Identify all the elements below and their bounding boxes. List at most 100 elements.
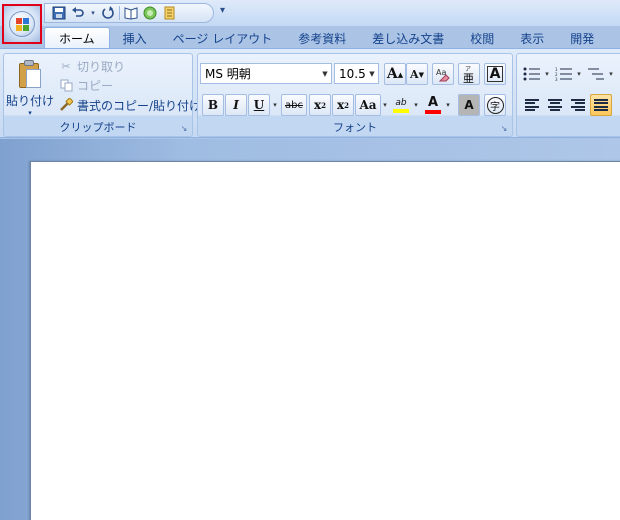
highlight-chevron-down-icon[interactable]: ▾: [412, 94, 420, 116]
multilevel-list-button[interactable]: [585, 63, 607, 85]
paste-icon: [17, 60, 43, 90]
multilevel-chevron-down-icon[interactable]: ▾: [607, 63, 615, 85]
underline-chevron-down-icon[interactable]: ▾: [271, 94, 279, 116]
tab-developer[interactable]: 開発: [557, 28, 607, 49]
superscript-button[interactable]: x2: [332, 94, 354, 116]
document-page[interactable]: [30, 161, 620, 520]
tab-review[interactable]: 校閲: [457, 28, 507, 49]
change-case-chevron-down-icon[interactable]: ▾: [381, 94, 389, 116]
underline-button[interactable]: U: [248, 94, 270, 116]
strikethrough-button[interactable]: abc: [281, 94, 307, 116]
highlight-button[interactable]: ab: [390, 94, 412, 116]
justify-icon: [594, 99, 608, 111]
shrink-font-label: A: [410, 67, 419, 81]
superscript-label: x: [336, 98, 345, 112]
paragraph-group: ▾ 123 ▾ ▾: [516, 53, 620, 137]
clear-formatting-button[interactable]: Aa: [432, 63, 454, 85]
font-color-chevron-down-icon[interactable]: ▾: [444, 94, 452, 116]
font-name-value: MS 明朝: [205, 67, 251, 81]
office-button[interactable]: [2, 4, 42, 44]
copy-icon: [58, 77, 74, 93]
bullets-chevron-down-icon[interactable]: ▾: [543, 63, 551, 85]
customize-qat-chevron-down-icon[interactable]: ▾: [220, 5, 225, 16]
phonetic-guide-icon: ア亜: [463, 66, 474, 83]
justify-button[interactable]: [590, 94, 612, 116]
subscript-button[interactable]: x2: [309, 94, 331, 116]
font-color-label: A: [427, 95, 439, 110]
tab-addins[interactable]: ア: [607, 28, 620, 49]
cut-label: 切り取り: [77, 59, 126, 74]
separator: [119, 6, 120, 20]
format-painter-icon: [58, 97, 74, 113]
bullets-button[interactable]: [521, 63, 543, 85]
tab-home[interactable]: ホーム: [44, 27, 110, 49]
cut-button[interactable]: ✂ 切り取り: [58, 57, 125, 75]
phonetic-guide-button[interactable]: ア亜: [458, 63, 480, 85]
align-left-icon: [525, 99, 539, 111]
undo-icon[interactable]: [70, 5, 86, 21]
italic-button[interactable]: I: [225, 94, 247, 116]
ribbon-tabs: ホーム 挿入 ページ レイアウト 参考資料 差し込み文書 校閲 表示 開発 ア: [44, 27, 620, 49]
change-case-button[interactable]: Aa: [355, 94, 381, 116]
font-size-select[interactable]: 10.5 ▼: [334, 63, 379, 84]
repeat-icon[interactable]: [100, 5, 116, 21]
copy-button[interactable]: コピー: [58, 76, 113, 94]
font-group: MS 明朝 ▼ 10.5 ▼ A ▲ A ▼ Aa ア亜 A B I U ▾ a…: [197, 53, 513, 137]
character-border-label: A: [486, 66, 504, 82]
numbering-button[interactable]: 123: [553, 63, 575, 85]
tab-page-layout[interactable]: ページ レイアウト: [160, 28, 286, 49]
align-right-icon: [571, 99, 585, 111]
font-color-button[interactable]: A: [422, 94, 444, 116]
character-border-button[interactable]: A: [484, 63, 506, 85]
subscript-label: x: [313, 98, 322, 112]
office-logo-icon: [9, 11, 35, 37]
bold-button[interactable]: B: [202, 94, 224, 116]
tab-references[interactable]: 参考資料: [285, 28, 359, 49]
align-right-button[interactable]: [567, 94, 589, 116]
undo-dropdown-icon[interactable]: ▾: [89, 5, 97, 21]
clipboard-group-title: クリップボード: [59, 121, 137, 134]
enclose-characters-button[interactable]: 字: [484, 94, 506, 116]
clipboard-group: 貼り付け ▾ ✂ 切り取り コピー 書式のコピー/貼り付け クリップボード ↘: [3, 53, 201, 137]
align-left-button[interactable]: [521, 94, 543, 116]
clipboard-launcher-icon[interactable]: ↘: [179, 124, 189, 134]
print-preview-icon[interactable]: [123, 5, 139, 21]
numbering-chevron-down-icon[interactable]: ▾: [575, 63, 583, 85]
shrink-font-button[interactable]: A ▼: [406, 63, 428, 85]
bullets-icon: [523, 67, 540, 81]
grow-font-button[interactable]: A ▲: [384, 63, 406, 85]
font-name-chevron-down-icon[interactable]: ▼: [319, 64, 331, 83]
document-icon[interactable]: [161, 5, 177, 21]
character-shading-button[interactable]: A: [458, 94, 480, 116]
numbering-icon: 123: [555, 67, 572, 81]
document-area: [0, 139, 620, 520]
bold-label: B: [207, 98, 219, 112]
underline-label: U: [253, 98, 265, 112]
multilevel-list-icon: [588, 68, 604, 80]
tab-mailings[interactable]: 差し込み文書: [359, 28, 457, 49]
font-group-title: フォント: [333, 121, 377, 134]
ribbon: 貼り付け ▾ ✂ 切り取り コピー 書式のコピー/貼り付け クリップボード ↘ …: [0, 48, 620, 138]
font-color-swatch: [425, 110, 441, 114]
align-center-icon: [548, 99, 562, 111]
paste-button[interactable]: 貼り付け ▾: [6, 58, 54, 122]
svg-text:亜: 亜: [463, 72, 474, 83]
save-icon[interactable]: [51, 5, 67, 21]
font-name-select[interactable]: MS 明朝 ▼: [200, 63, 332, 84]
format-painter-button[interactable]: 書式のコピー/貼り付け: [58, 96, 201, 114]
italic-label: I: [233, 98, 239, 112]
copy-label: コピー: [77, 78, 114, 93]
font-launcher-icon[interactable]: ↘: [499, 124, 509, 134]
tab-insert[interactable]: 挿入: [110, 28, 160, 49]
highlight-label: ab: [395, 97, 407, 108]
clear-formatting-icon: Aa: [436, 68, 450, 82]
character-shading-label: A: [464, 98, 474, 112]
align-center-button[interactable]: [544, 94, 566, 116]
spell-check-icon[interactable]: [142, 5, 158, 21]
font-size-chevron-down-icon[interactable]: ▼: [366, 64, 378, 83]
svg-text:3: 3: [555, 77, 558, 81]
grow-font-label: A: [386, 66, 398, 82]
font-size-value: 10.5: [339, 66, 366, 81]
tab-view[interactable]: 表示: [507, 28, 557, 49]
paste-dropdown-icon[interactable]: ▾: [28, 109, 32, 117]
